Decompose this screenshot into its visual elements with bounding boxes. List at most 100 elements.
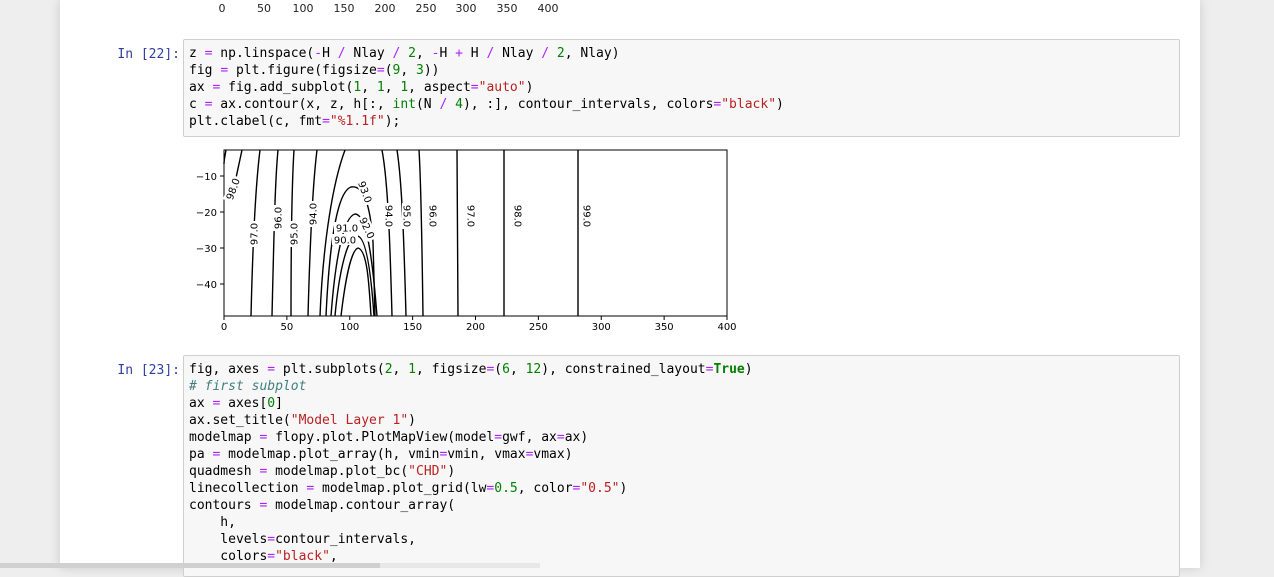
code-token: "Model Layer 1" — [290, 413, 409, 428]
contour-label: 98.0 — [512, 205, 523, 227]
code-token: = — [220, 63, 229, 78]
code-line[interactable]: quadmesh = modelmap.plot_bc("CHD") — [189, 463, 1174, 480]
contour-label: 94.0 — [383, 205, 394, 227]
code-token: ); — [384, 114, 401, 129]
code-token: plt.subplots( — [275, 362, 385, 377]
code-token: = — [267, 532, 276, 547]
x-tick-label: 150 — [403, 322, 422, 332]
code-token: , — [384, 80, 401, 95]
code-token: = — [376, 63, 385, 78]
code-token: flopy.plot.PlotMapView(model — [267, 430, 495, 445]
y-tick-label: −40 — [196, 280, 217, 291]
contour-plot: 98.097.096.095.094.093.092.091.090.094.0… — [196, 149, 737, 333]
y-tick-label: −30 — [196, 244, 217, 255]
contour-line-90 — [340, 247, 372, 317]
code-token: , aspect — [408, 80, 471, 95]
code-token: modelmap.plot_grid(lw — [314, 481, 487, 496]
prev-axis-tick-label: 150 — [333, 2, 355, 15]
code-token: # first subplot — [189, 379, 307, 394]
code-token: ) — [619, 481, 628, 496]
contour-label: 95.0 — [290, 223, 301, 245]
code-token: = — [494, 430, 503, 445]
code-token: gwf, ax — [502, 430, 557, 445]
code-line[interactable]: # first subplot — [189, 378, 1174, 395]
code-token: colors — [189, 549, 268, 564]
code-token: = — [470, 80, 479, 95]
notebook-page: 0 50 100 150 200 250 300 350 400 In [22]: z = np… — [60, 0, 1200, 577]
code-token: 2 — [408, 46, 416, 61]
code-text[interactable]: z = np.linspace(-H / Nlay / 2, -H + H / … — [184, 40, 1179, 135]
code-token: Nlay — [345, 46, 393, 61]
x-tick-label: 50 — [281, 322, 294, 332]
code-line[interactable]: c = ax.contour(x, z, h[:, int(N / 4), :]… — [189, 96, 1174, 113]
code-token: / — [541, 46, 550, 61]
code-line[interactable]: modelmap = flopy.plot.PlotMapView(model=… — [189, 429, 1174, 446]
code-token: ax — [189, 396, 213, 411]
code-input[interactable]: z = np.linspace(-H / Nlay / 2, -H + H / … — [183, 39, 1180, 137]
contour-label: 96.0 — [274, 207, 285, 229]
code-token: np.linspace( — [212, 46, 315, 61]
contour-line-93 — [325, 186, 376, 317]
prev-axis-tick-label: 300 — [455, 2, 477, 15]
code-token: , — [329, 549, 338, 564]
cell-output: 98.0 97.0 96.0 95.0 94.0 93.0 92.0 91.0 90.0 94.0… — [183, 142, 743, 336]
code-token: modelmap.plot_array(h, vmin — [220, 447, 440, 462]
code-token: ) — [776, 97, 784, 112]
code-line[interactable]: z = np.linspace(-H / Nlay / 2, -H + H / … — [189, 45, 1174, 62]
horizontal-scrollbar[interactable] — [0, 563, 540, 568]
code-line[interactable]: h, — [189, 514, 1174, 531]
code-input[interactable]: fig, axes = plt.subplots(2, 1, figsize = (… — [183, 355, 1180, 577]
code-line[interactable]: plt.clabel(c, fmt="%1.1f"); — [189, 113, 1174, 130]
code-line[interactable]: ax = fig.add_subplot(1, 1, 1, aspect="au… — [189, 79, 1174, 96]
code-token: , — [509, 362, 526, 377]
contour-label: 90.0 — [334, 236, 356, 247]
code-line[interactable]: ax.set_title("Model Layer 1") — [189, 412, 1174, 429]
code-token: linecollection — [189, 481, 307, 496]
contour-label: 97.0 — [250, 223, 261, 245]
code-line[interactable]: levels=contour_intervals, — [189, 531, 1174, 548]
code-token: plt.clabel(c, fmt — [189, 114, 323, 129]
code-token: 2 — [384, 362, 393, 377]
cell-prompt: In [23]: — [117, 363, 180, 378]
code-token: , — [400, 63, 416, 78]
code-token: 1 — [400, 80, 409, 95]
code-text[interactable]: fig, axes = plt.subplots(2, 1, figsize = (… — [184, 356, 1179, 570]
prev-axis-tick-label: 0 — [218, 2, 226, 15]
cell-prompt: In [22]: — [117, 47, 180, 62]
code-token: = — [556, 430, 565, 445]
code-token: 4 — [455, 97, 463, 112]
x-tick-label: 200 — [466, 322, 485, 332]
code-token: 2 — [556, 46, 565, 61]
code-token: contour_intervals, — [275, 532, 416, 547]
code-line[interactable]: pa = modelmap.plot_array(h, vmin=vmin, v… — [189, 446, 1174, 463]
scrollbar-thumb[interactable] — [380, 563, 540, 568]
code-token: + — [455, 46, 463, 61]
x-tick-label: 350 — [655, 322, 674, 332]
contour-line-96-left — [271, 149, 279, 317]
code-token: ) — [525, 80, 534, 95]
code-token: , — [416, 46, 432, 61]
code-line[interactable]: contours = modelmap.contour_array( — [189, 497, 1174, 514]
contour-label: 91.0 — [336, 224, 358, 235]
code-line[interactable]: fig, axes = plt.subplots(2, 1, figsize=(… — [189, 361, 1174, 378]
code-token: )) — [423, 63, 440, 78]
contour-label: 95.0 — [401, 205, 412, 227]
contour-line-96-right — [418, 149, 424, 317]
code-line[interactable]: linecollection = modelmap.plot_grid(lw=0… — [189, 480, 1174, 497]
code-token: 1 — [376, 80, 385, 95]
code-token: - — [314, 46, 323, 61]
code-token: ( — [384, 63, 393, 78]
code-token: vmin, vmax — [447, 447, 526, 462]
code-token: "%1.1f" — [329, 114, 385, 129]
contour-label: 99.0 — [581, 205, 592, 227]
code-line[interactable]: fig = plt.figure(figsize=(9, 3)) — [189, 62, 1174, 79]
code-token: (N — [415, 97, 440, 112]
code-token: int — [392, 97, 416, 112]
code-token: 6 — [502, 362, 510, 377]
code-line[interactable]: ax = axes[0] — [189, 395, 1174, 412]
code-token: z — [189, 46, 205, 61]
code-token: plt.figure(figsize — [228, 63, 377, 78]
code-token: ), :], contour_intervals, colors — [462, 97, 714, 112]
